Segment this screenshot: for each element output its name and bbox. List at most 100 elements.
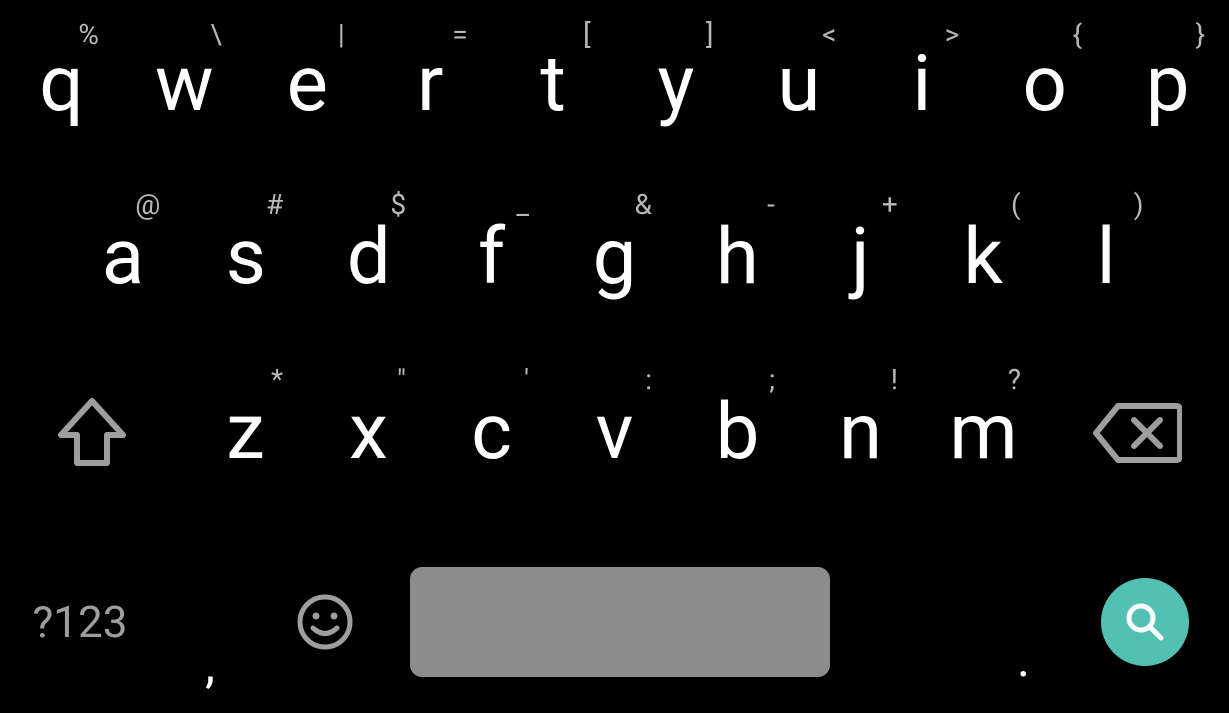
key-s[interactable]: #s — [184, 170, 307, 345]
key-i[interactable]: >i — [860, 0, 983, 170]
period-key[interactable]: . — [850, 540, 1070, 703]
key-o[interactable]: {o — [983, 0, 1106, 170]
key-label: s — [226, 219, 266, 297]
key-e[interactable]: |e — [246, 0, 369, 170]
key-label: k — [963, 219, 1003, 297]
row-3-letters: *z "x 'c :v ;b !n ?m — [184, 345, 1045, 520]
key-j[interactable]: +j — [799, 170, 922, 345]
key-hint: [ — [583, 18, 590, 51]
key-z[interactable]: *z — [184, 345, 307, 520]
space-key[interactable] — [390, 540, 850, 703]
key-k[interactable]: (k — [922, 170, 1045, 345]
key-hint: ; — [769, 363, 775, 396]
key-w[interactable]: \w — [123, 0, 246, 170]
key-hint: % — [78, 18, 99, 51]
key-hint: _ — [516, 188, 529, 221]
key-hint: + — [882, 188, 898, 221]
period-label: . — [1017, 631, 1030, 689]
search-icon — [1121, 598, 1169, 646]
key-label: y — [658, 46, 695, 124]
key-label: c — [471, 394, 512, 472]
key-label: q — [39, 46, 83, 124]
key-n[interactable]: !n — [799, 345, 922, 520]
key-hint: ? — [1008, 363, 1021, 396]
key-f[interactable]: _f — [430, 170, 553, 345]
key-label: h — [716, 219, 759, 297]
key-h[interactable]: -h — [676, 170, 799, 345]
key-l[interactable]: )l — [1045, 170, 1168, 345]
key-label: l — [1097, 219, 1116, 297]
key-hint: ' — [524, 363, 529, 396]
key-label: u — [777, 46, 820, 124]
key-c[interactable]: 'c — [430, 345, 553, 520]
backspace-key[interactable] — [1045, 345, 1229, 520]
key-d[interactable]: $d — [307, 170, 430, 345]
comma-label: , — [205, 637, 215, 695]
key-hint: & — [635, 188, 652, 221]
key-hint: - — [767, 188, 775, 221]
key-label: r — [417, 46, 443, 124]
key-p[interactable]: }p — [1106, 0, 1229, 170]
key-hint: } — [1196, 18, 1205, 51]
emoji-icon — [296, 593, 354, 651]
row-2: @a #s $d _f &g -h +j (k )l — [0, 170, 1229, 345]
key-hint: > — [945, 18, 960, 51]
key-hint: ) — [1134, 188, 1144, 221]
key-label: t — [540, 46, 566, 124]
key-hint: { — [1073, 18, 1082, 51]
key-label: a — [102, 219, 144, 297]
key-hint: @ — [135, 188, 160, 221]
key-hint: : — [645, 363, 652, 396]
key-hint: ! — [891, 363, 898, 396]
emoji-key[interactable] — [260, 540, 390, 703]
keyboard: %q \w |e =r [t ]y <u >i {o }p @a #s $d _… — [0, 0, 1229, 713]
key-label: n — [839, 394, 882, 472]
key-y[interactable]: ]y — [615, 0, 738, 170]
space-bar — [410, 567, 830, 677]
key-t[interactable]: [t — [492, 0, 615, 170]
key-label: x — [349, 394, 388, 472]
key-label: d — [347, 219, 391, 297]
shift-icon — [57, 397, 127, 469]
key-x[interactable]: "x — [307, 345, 430, 520]
key-label: g — [593, 219, 637, 297]
key-label: v — [596, 394, 634, 472]
key-hint: $ — [390, 188, 406, 221]
key-label: z — [226, 394, 265, 472]
key-a[interactable]: @a — [61, 170, 184, 345]
search-key[interactable] — [1070, 540, 1220, 703]
key-hint: * — [271, 363, 283, 396]
key-m[interactable]: ?m — [922, 345, 1045, 520]
key-g[interactable]: &g — [553, 170, 676, 345]
key-label: e — [287, 46, 328, 124]
key-r[interactable]: =r — [369, 0, 492, 170]
comma-key[interactable]: , — [160, 540, 260, 703]
key-hint: # — [266, 188, 283, 221]
key-label: i — [912, 46, 931, 124]
shift-key[interactable] — [0, 345, 184, 520]
key-q[interactable]: %q — [0, 0, 123, 170]
key-label: p — [1146, 46, 1190, 124]
key-hint: " — [397, 363, 406, 396]
symbols-key[interactable]: ?123 — [0, 540, 160, 703]
row-4: ?123 , . — [0, 540, 1229, 713]
key-hint: = — [452, 18, 467, 51]
key-label: o — [1022, 46, 1066, 124]
key-label: j — [851, 219, 870, 297]
key-hint: ] — [706, 18, 713, 51]
key-v[interactable]: :v — [553, 345, 676, 520]
row-1: %q \w |e =r [t ]y <u >i {o }p — [0, 0, 1229, 170]
row-3: *z "x 'c :v ;b !n ?m — [0, 345, 1229, 520]
backspace-icon — [1092, 402, 1182, 464]
key-hint: \ — [210, 18, 222, 51]
key-hint: ( — [1011, 188, 1021, 221]
key-u[interactable]: <u — [737, 0, 860, 170]
symbols-label: ?123 — [33, 596, 128, 648]
key-hint: < — [822, 18, 836, 51]
search-button — [1101, 578, 1189, 666]
key-hint: | — [338, 18, 345, 51]
key-label: w — [155, 46, 214, 124]
key-label: f — [478, 219, 505, 297]
key-label: m — [949, 394, 1017, 472]
key-b[interactable]: ;b — [676, 345, 799, 520]
